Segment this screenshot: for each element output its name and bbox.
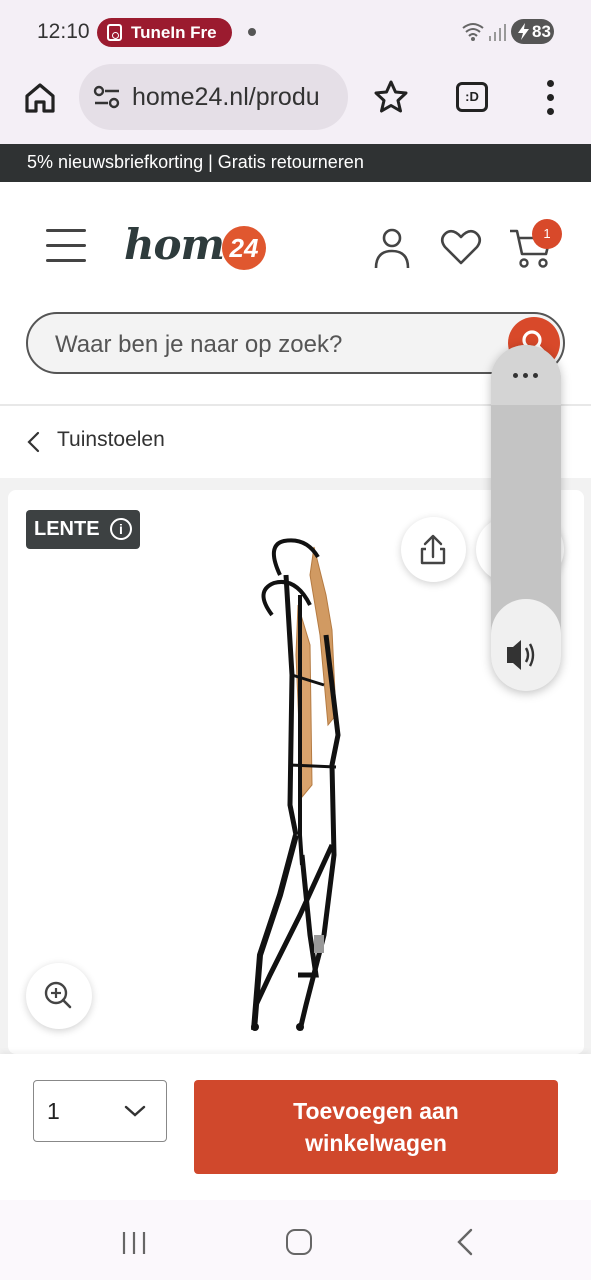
wifi-icon [462, 23, 484, 41]
nav-back-icon[interactable] [455, 1228, 475, 1256]
status-bar: 12:10 TuneIn Fre 83 [0, 0, 591, 62]
search-input[interactable]: Waar ben je naar op zoek? [26, 312, 565, 374]
zoom-button[interactable] [26, 963, 92, 1029]
home-icon[interactable] [20, 78, 60, 118]
more-horiz-icon[interactable] [513, 373, 539, 379]
logo-badge: 24 [222, 226, 266, 270]
notification-dot-icon [248, 28, 256, 36]
system-navigation-bar [0, 1200, 591, 1280]
add-to-cart-button[interactable]: Toevoegen aan winkelwagen [194, 1080, 558, 1174]
address-bar[interactable]: home24.nl/produ [79, 64, 348, 130]
add-to-cart-label-line1: Toevoegen aan [293, 1098, 459, 1124]
season-badge[interactable]: LENTE i [26, 510, 140, 549]
browser-toolbar: home24.nl/produ :D [0, 62, 591, 144]
product-image[interactable] [240, 535, 350, 1040]
heart-icon[interactable] [440, 228, 482, 266]
media-notification-pill[interactable]: TuneIn Fre [97, 18, 232, 47]
info-icon[interactable]: i [110, 518, 132, 540]
media-pill-label: TuneIn Fre [131, 23, 217, 42]
breadcrumb-label: Tuinstoelen [57, 428, 165, 451]
recent-apps-icon[interactable] [121, 1230, 147, 1256]
battery-level: 83 [532, 22, 551, 41]
cart-count-badge: 1 [532, 219, 562, 249]
share-button[interactable] [401, 517, 466, 582]
share-icon [420, 534, 446, 565]
nav-home-icon[interactable] [286, 1229, 312, 1255]
account-icon[interactable] [372, 226, 412, 270]
promo-banner: 5% nieuwsbriefkorting | Gratis retourner… [0, 144, 591, 182]
status-time: 12:10 [37, 20, 90, 43]
season-badge-label: LENTE [34, 518, 100, 540]
volume-slider-handle[interactable] [491, 599, 561, 691]
site-logo[interactable]: home 24 [124, 218, 274, 274]
signal-icon [489, 24, 506, 41]
speaker-icon [507, 640, 535, 670]
speaker-device-icon [107, 24, 122, 41]
menu-icon[interactable] [46, 229, 86, 263]
tune-icon[interactable] [93, 84, 121, 110]
extension-label: :D [465, 89, 479, 104]
extension-button[interactable]: :D [456, 82, 488, 112]
more-vert-icon[interactable] [540, 80, 562, 116]
chevron-down-icon [124, 1105, 146, 1117]
star-icon[interactable] [372, 78, 410, 116]
search-placeholder: Waar ben je naar op zoek? [55, 331, 343, 358]
battery-indicator: 83 [511, 19, 554, 44]
url-text[interactable]: home24.nl/produ [132, 83, 320, 112]
add-to-cart-label-line2: winkelwagen [305, 1130, 447, 1156]
charging-bolt-icon [518, 23, 529, 40]
promo-text: 5% nieuwsbriefkorting | Gratis retourner… [27, 152, 364, 172]
quantity-value: 1 [47, 1098, 60, 1124]
chevron-left-icon [27, 431, 40, 453]
quantity-select[interactable]: 1 [33, 1080, 167, 1142]
zoom-in-icon [44, 981, 72, 1009]
volume-panel[interactable] [491, 345, 561, 691]
